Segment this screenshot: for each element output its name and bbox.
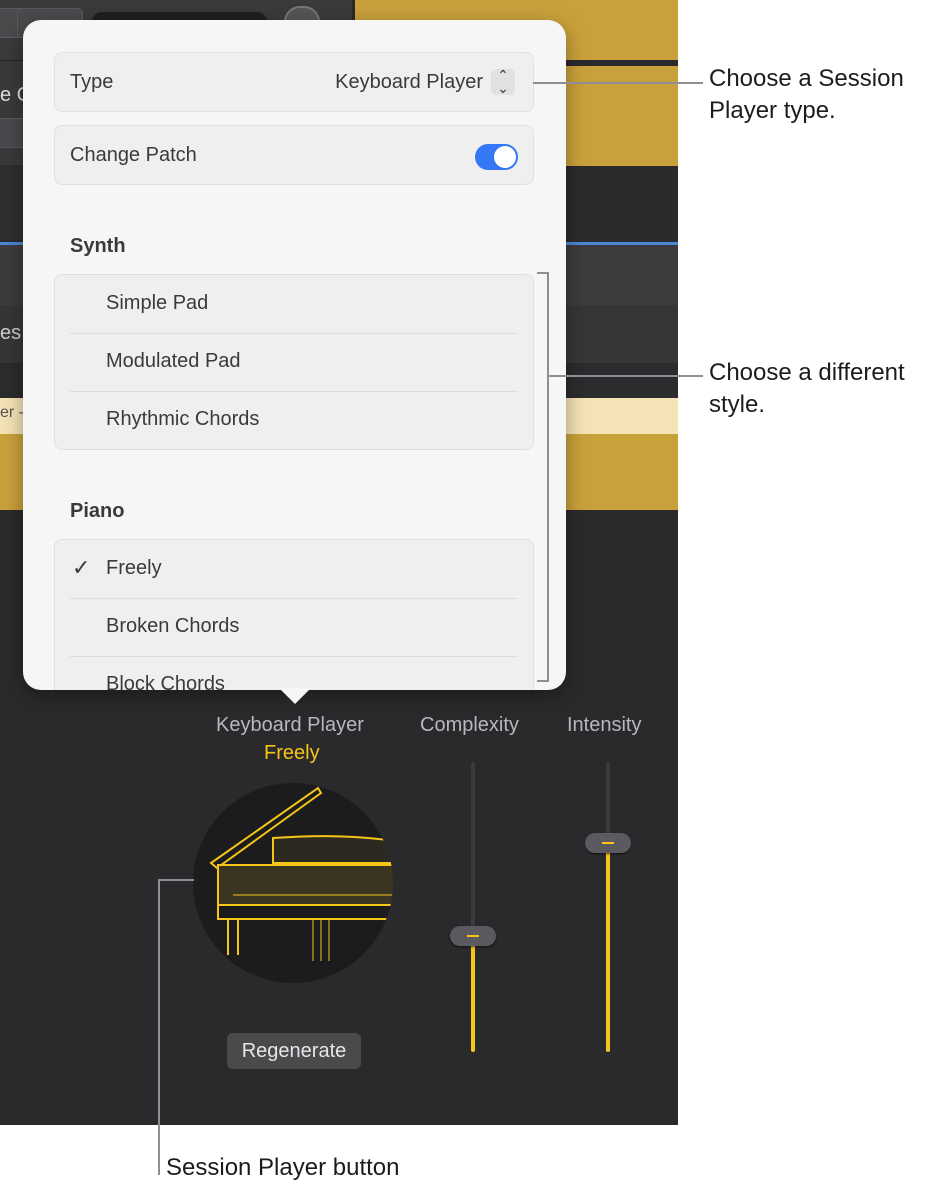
callout-line-button-h	[158, 879, 194, 881]
style-bracket-bottom	[537, 680, 549, 682]
type-value[interactable]: Keyboard Player	[335, 71, 483, 94]
popover-arrow	[279, 688, 311, 704]
style-item[interactable]: Simple Pad	[55, 275, 533, 333]
piano-style-list: ✓ Freely Broken Chords Block Chords	[54, 539, 534, 690]
style-item[interactable]: Modulated Pad	[55, 333, 533, 391]
slider-fill	[606, 843, 610, 1052]
slider-knob[interactable]	[450, 926, 496, 946]
session-player-button[interactable]	[193, 783, 393, 983]
style-item-label: Simple Pad	[106, 292, 209, 314]
type-label: Type	[70, 71, 114, 93]
style-item-label: Broken Chords	[106, 615, 240, 637]
synth-style-list: Simple Pad Modulated Pad Rhythmic Chords	[54, 274, 534, 450]
up-down-chevron-icon[interactable]: ⌃ ⌄	[491, 68, 515, 95]
type-row[interactable]: Type Keyboard Player ⌃ ⌄	[54, 52, 534, 112]
callout-style: Choose a different style.	[709, 359, 905, 418]
player-title: Keyboard Player	[216, 714, 364, 736]
change-patch-row: Change Patch	[54, 125, 534, 185]
session-player-popover: Type Keyboard Player ⌃ ⌄ Change Patch Syn…	[23, 20, 566, 690]
change-patch-label: Change Patch	[70, 144, 197, 166]
style-item[interactable]: Broken Chords	[55, 598, 533, 656]
change-patch-toggle[interactable]	[475, 144, 518, 170]
style-item-label: Modulated Pad	[106, 350, 241, 372]
checkmark-icon: ✓	[72, 555, 91, 580]
slider-knob[interactable]	[585, 833, 631, 853]
callout-type: Choose a Session Player type.	[709, 65, 904, 124]
ruler-label-partial: er -	[0, 404, 24, 421]
player-style: Freely	[264, 742, 320, 764]
callout-button: Session Player button	[166, 1154, 400, 1181]
callout-line-type	[533, 82, 703, 84]
style-item[interactable]: Rhythmic Chords	[55, 391, 533, 449]
regenerate-button[interactable]: Regenerate	[227, 1033, 361, 1069]
callout-line-style	[549, 375, 703, 377]
style-item-label: Freely	[106, 557, 162, 579]
section-title-piano: Piano	[70, 500, 125, 522]
style-item-label: Block Chords	[106, 673, 225, 690]
grand-piano-icon	[209, 786, 393, 961]
section-title-synth: Synth	[70, 235, 126, 257]
style-item[interactable]: Block Chords	[55, 656, 533, 690]
style-item-label: Rhythmic Chords	[106, 408, 260, 430]
style-bracket-vertical	[547, 272, 549, 682]
style-item[interactable]: ✓ Freely	[55, 540, 533, 598]
intensity-slider[interactable]	[585, 762, 631, 1052]
complexity-slider[interactable]	[450, 762, 496, 1052]
slider-fill	[471, 936, 475, 1052]
intensity-label: Intensity	[567, 714, 642, 736]
editor-tab-partial: es	[0, 322, 22, 344]
complexity-label: Complexity	[420, 714, 519, 736]
callout-line-button-v	[158, 879, 160, 1175]
